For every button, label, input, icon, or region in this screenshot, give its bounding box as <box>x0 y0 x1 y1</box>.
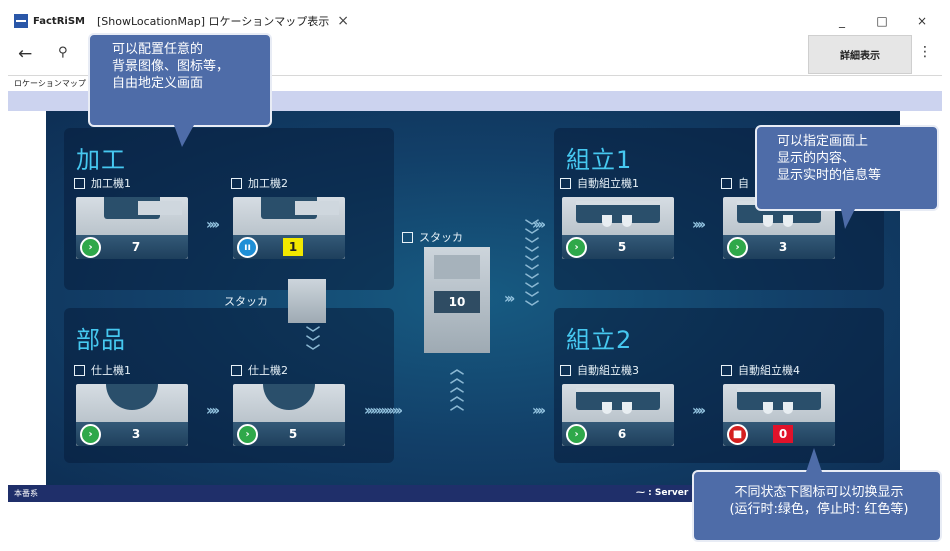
stop-status-icon: ■ <box>727 424 748 445</box>
more-menu-icon[interactable]: ⋮ <box>918 44 932 60</box>
machine-checkbox[interactable] <box>231 364 242 376</box>
run-status-icon: › <box>727 237 748 258</box>
machine-label: 加工機1 <box>91 177 131 190</box>
stacker-big-label: スタッカ <box>419 231 463 244</box>
environment-label: 本番系 <box>14 489 38 498</box>
run-status-icon: › <box>237 424 258 445</box>
machine-label: 仕上機1 <box>91 364 131 377</box>
tab-close-icon[interactable]: × <box>337 13 349 29</box>
key-icon[interactable]: ⚲ <box>58 45 68 60</box>
machine-label: 加工機2 <box>248 177 288 190</box>
flow-arrows-icon: ››››››››››››› <box>364 403 403 419</box>
callout-line: 不同状态下图标可以切换显示 <box>734 485 904 500</box>
machine-count: 1 <box>283 238 303 256</box>
run-status-icon: › <box>80 237 101 258</box>
window-title: [ShowLocationMap] ロケーションマップ表示 <box>96 15 330 28</box>
machine-label: 自動組立機1 <box>577 177 639 190</box>
machine-checkbox[interactable] <box>74 177 85 189</box>
flow-arrows-icon: ›››› <box>692 403 706 419</box>
callout-line: 自由地定义画面 <box>112 76 204 91</box>
machine-count: 5 <box>288 427 298 441</box>
maximize-button[interactable]: □ <box>862 8 902 34</box>
close-button[interactable]: × <box>902 8 942 34</box>
panel-title-buhin: 部品 <box>76 326 126 354</box>
machine-label: 自動組立機4 <box>738 364 800 377</box>
callout-line: 显示的内容、 <box>777 151 856 166</box>
run-status-icon: › <box>80 424 101 445</box>
stacker-big-count: 10 <box>434 291 480 313</box>
stacker-small[interactable] <box>288 279 326 323</box>
callout-line: 显示实时的信息等 <box>777 168 882 183</box>
machine-checkbox[interactable] <box>74 364 85 376</box>
flow-arrows-icon: ›››› <box>206 403 220 419</box>
minimize-button[interactable]: _ <box>822 8 862 34</box>
flow-arrows-vertical-icon: ﹀﹀﹀﹀﹀﹀﹀﹀﹀﹀ <box>523 219 539 309</box>
server-status: ⁓ : Server <box>636 488 689 498</box>
flow-arrows-icon: ›››› <box>532 403 546 419</box>
callout-background-config: 可以配置任意的 背景图像、图标等， 自由地定义画面 <box>88 33 272 147</box>
panel-title-kakou: 加工 <box>76 146 126 174</box>
machine-checkbox[interactable] <box>560 364 571 376</box>
app-name: FactRiSM <box>33 15 85 27</box>
title-bar: FactRiSM [ShowLocationMap] ロケーションマップ表示 ×… <box>8 8 942 34</box>
flow-arrows-icon: ››› <box>504 291 515 307</box>
pause-status-icon: ıı <box>237 237 258 258</box>
stacker-checkbox[interactable] <box>402 231 413 243</box>
flow-arrows-vertical-icon: ︿︿︿︿︿ <box>448 361 464 406</box>
app-logo-icon <box>14 14 28 28</box>
callout-line: 可以配置任意的 <box>112 42 204 57</box>
flow-arrows-icon: ›››› <box>206 217 220 233</box>
machine-label: 自動組立機3 <box>577 364 639 377</box>
machine-count: 5 <box>617 240 627 254</box>
panel-title-kumitate1: 組立1 <box>566 146 633 174</box>
callout-line: 可以指定画面上 <box>777 134 869 149</box>
run-status-icon: › <box>566 424 587 445</box>
machine-checkbox[interactable] <box>231 177 242 189</box>
callout-realtime-info: 可以指定画面上 显示的内容、 显示实时的信息等 <box>755 125 939 229</box>
flow-arrows-icon: ›››› <box>692 217 706 233</box>
detail-view-button[interactable]: 詳細表示 <box>808 35 912 74</box>
run-status-icon: › <box>566 237 587 258</box>
stacker-small-label: スタッカ <box>224 295 268 308</box>
callout-status-icons: 不同状态下图标可以切换显示 (运行时:绿色，停止时: 红色等) <box>692 448 942 542</box>
machine-count: 3 <box>778 240 788 254</box>
back-arrow-icon[interactable]: ← <box>18 44 32 64</box>
machine-count: 3 <box>131 427 141 441</box>
machine-checkbox[interactable] <box>560 177 571 189</box>
panel-title-kumitate2: 組立2 <box>566 326 633 354</box>
machine-count: 6 <box>617 427 627 441</box>
callout-line: (运行时:绿色，停止时: 红色等) <box>729 502 909 517</box>
machine-count: 7 <box>131 240 141 254</box>
window-controls: _ □ × <box>822 8 942 34</box>
machine-checkbox[interactable] <box>721 364 732 376</box>
machine-label: 自 <box>738 177 749 190</box>
machine-label: 仕上機2 <box>248 364 288 377</box>
stacker-big[interactable]: 10 <box>424 247 490 353</box>
callout-line: 背景图像、图标等， <box>112 59 230 74</box>
machine-count: 0 <box>773 425 793 443</box>
machine-checkbox[interactable] <box>721 177 732 189</box>
app-window: FactRiSM [ShowLocationMap] ロケーションマップ表示 ×… <box>0 0 950 551</box>
